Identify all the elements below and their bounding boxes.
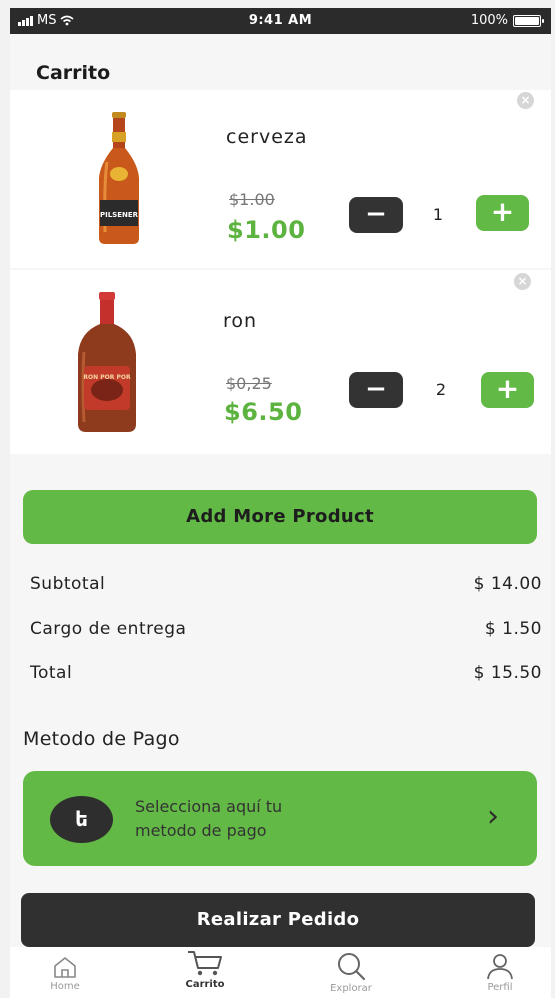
cart-icon	[188, 951, 222, 976]
home-icon	[54, 957, 76, 978]
tab-home[interactable]: Home	[10, 947, 120, 998]
add-more-product-button[interactable]: Add More Product	[23, 490, 537, 544]
subtotal-value: $ 14.00	[473, 574, 542, 594]
bottle-label: RON POR POR	[83, 374, 131, 381]
tab-explorar[interactable]: Explorar	[296, 947, 406, 998]
remove-item-icon[interactable]: ×	[514, 273, 531, 290]
item-old-price: $0,25	[226, 374, 272, 393]
item-quantity: 2	[435, 380, 447, 399]
payment-icon: ե	[50, 796, 113, 843]
place-order-button[interactable]: Realizar Pedido	[21, 893, 535, 947]
battery-percent: 100%	[470, 13, 508, 28]
tab-label: Perfil	[487, 982, 513, 993]
increase-quantity-button[interactable]: +	[481, 372, 534, 408]
user-icon	[487, 954, 513, 980]
status-right: 100%	[470, 13, 544, 28]
tab-perfil[interactable]: Perfil	[445, 947, 555, 998]
total-value: $ 15.50	[473, 663, 542, 683]
search-icon	[338, 953, 366, 981]
tab-label: Home	[50, 981, 80, 992]
tab-label: Explorar	[330, 983, 372, 994]
payment-prompt: Selecciona aquí tu metodo de pago	[135, 795, 385, 843]
tab-label: Carrito	[185, 979, 225, 990]
payment-prompt-line2: metodo de pago	[135, 821, 267, 840]
chevron-right-icon: ›	[487, 799, 499, 834]
bottom-tab-bar: Home Carrito Explorar Perfil	[10, 947, 551, 998]
item-price: $6.50	[224, 398, 303, 426]
item-price: $1.00	[227, 216, 306, 244]
status-bar: MS 9:41 AM 100%	[10, 8, 551, 34]
rum-bottle-icon: RON POR POR	[78, 292, 136, 432]
total-label: Total	[30, 663, 73, 683]
cart-item: × PILSENER cerveza $1.00 $1.00 − 1 +	[10, 90, 551, 268]
tab-carrito[interactable]: Carrito	[150, 947, 260, 998]
subtotal-label: Subtotal	[30, 574, 106, 594]
delivery-fee-label: Cargo de entrega	[30, 619, 187, 639]
decrease-quantity-button[interactable]: −	[349, 372, 403, 408]
delivery-fee-value: $ 1.50	[484, 619, 542, 639]
remove-item-icon[interactable]: ×	[517, 92, 534, 109]
payment-method-selector[interactable]: ե Selecciona aquí tu metodo de pago ›	[23, 771, 537, 866]
page-title: Carrito	[36, 62, 111, 84]
item-name: cerveza	[226, 126, 308, 148]
payment-prompt-line1: Selecciona aquí tu	[135, 797, 283, 816]
phone-screen: MS 9:41 AM 100% Carrito × PILSENER cerve…	[10, 8, 551, 998]
beer-bottle-icon: PILSENER	[99, 112, 139, 244]
cart-item: × RON POR POR ron $0,25 $6.50 − 2 +	[10, 270, 551, 454]
battery-icon	[513, 14, 544, 27]
decrease-quantity-button[interactable]: −	[349, 197, 403, 233]
payment-method-title: Metodo de Pago	[23, 728, 180, 750]
item-name: ron	[223, 310, 258, 332]
bottle-label: PILSENER	[100, 211, 139, 219]
increase-quantity-button[interactable]: +	[476, 195, 529, 231]
item-old-price: $1.00	[229, 190, 275, 209]
item-quantity: 1	[432, 205, 444, 224]
